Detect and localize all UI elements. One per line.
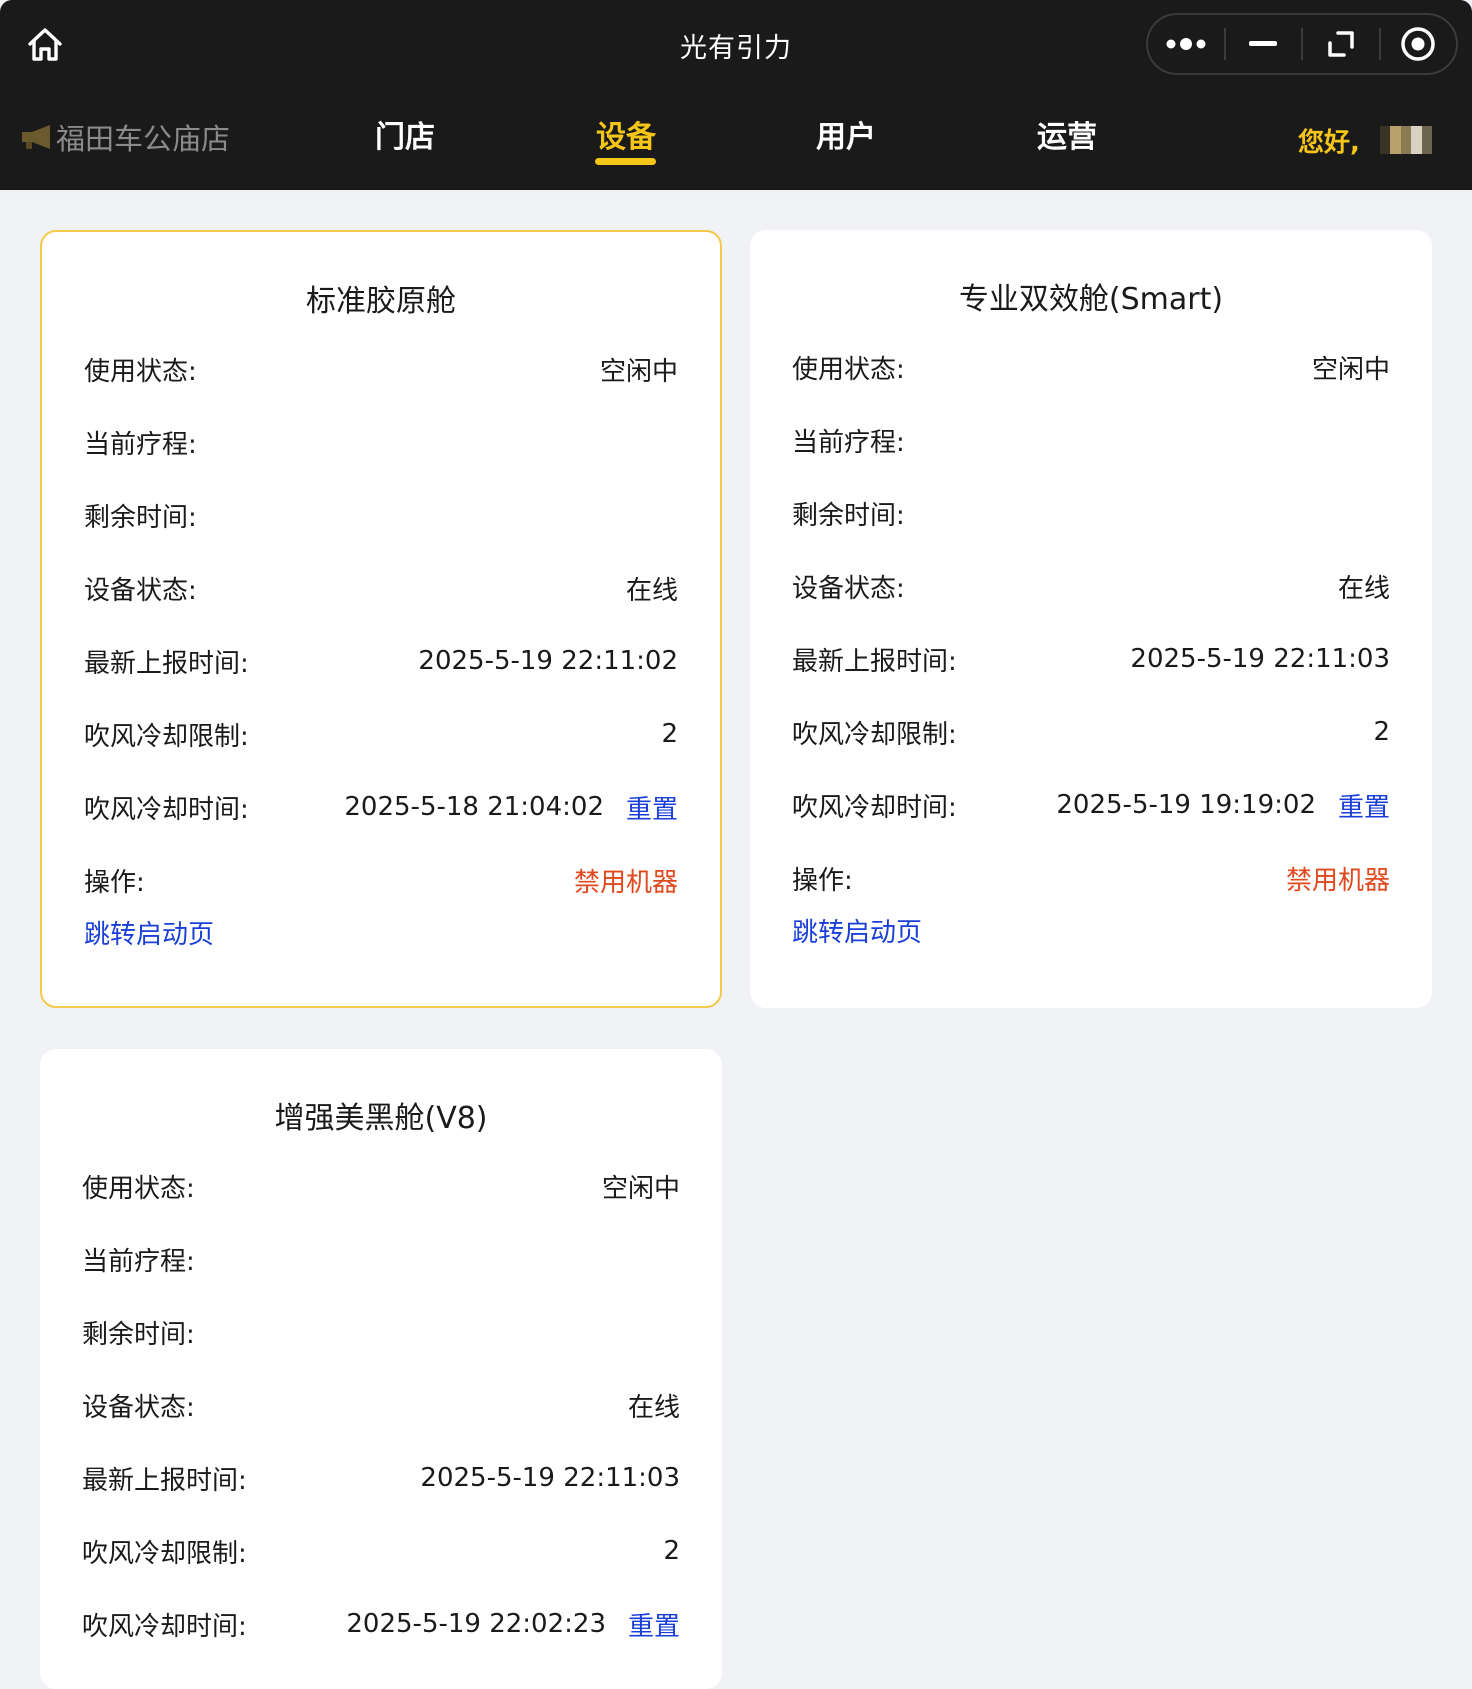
minimize-button[interactable] [1226,15,1302,73]
operation-row: 操作: 禁用机器 [84,860,678,900]
last-report-label: 最新上报时间: [792,646,957,677]
tab-devices[interactable]: 设备 [596,112,656,156]
reset-button[interactable]: 重置 [628,1606,680,1643]
cooling-time-group: 2025-5-18 21:04:02 重置 [344,789,678,826]
cooling-limit-label: 吹风冷却限制: [82,1538,247,1569]
device-status-row: 设备状态: 在线 [82,1385,680,1425]
cooling-time-label: 吹风冷却时间: [82,1611,247,1642]
device-status-value: 在线 [625,575,678,606]
remaining-time-row: 剩余时间: [792,493,1390,533]
operation-label: 操作: [84,867,145,898]
last-report-row: 最新上报时间: 2025-5-19 22:11:03 [82,1458,680,1498]
device-card[interactable]: 标准胶原舱 使用状态: 空闲中 当前疗程: 剩余时间: 设备状态: 在线 最新上… [40,230,722,1008]
current-course-label: 当前疗程: [84,429,197,460]
cooling-time-group: 2025-5-19 19:19:02 重置 [1056,787,1390,824]
cooling-limit-row: 吹风冷却限制: 2 [792,712,1390,752]
last-report-label: 最新上报时间: [84,648,249,679]
usage-status-row: 使用状态: 空闲中 [82,1166,680,1206]
device-name: 标准胶原舱 [306,284,456,319]
top-bar: 光有引力 福田车公庙店 门店 设备 用户 运营 您好, [0,0,1472,190]
usage-status-value: 空闲中 [599,356,678,387]
expand-icon [1328,31,1354,57]
horn-icon [22,125,50,149]
tab-store[interactable]: 门店 [375,112,435,156]
blurred-username [1380,126,1433,154]
cooling-time-value: 2025-5-19 22:02:23 [346,1609,606,1639]
cooling-limit-label: 吹风冷却限制: [792,719,957,750]
remaining-time-label: 剩余时间: [82,1319,195,1350]
cooling-time-row: 吹风冷却时间: 2025-5-19 22:02:23 重置 [82,1604,680,1644]
store-selector[interactable]: 福田车公庙店 [20,116,230,158]
remaining-time-row: 剩余时间: [84,495,678,535]
device-card[interactable]: 增强美黑舱(V8) 使用状态: 空闲中 当前疗程: 剩余时间: 设备状态: 在线… [40,1049,722,1689]
disable-machine-button[interactable]: 禁用机器 [574,862,678,899]
device-status-label: 设备状态: [82,1392,195,1423]
device-card[interactable]: 专业双效舱(Smart) 使用状态: 空闲中 当前疗程: 剩余时间: 设备状态:… [750,230,1432,1008]
operation-label: 操作: [792,865,853,896]
cooling-time-row: 吹风冷却时间: 2025-5-19 19:19:02 重置 [792,785,1390,825]
device-status-value: 在线 [1337,573,1390,604]
expand-button[interactable] [1303,15,1379,73]
usage-status-row: 使用状态: 空闲中 [84,349,678,389]
cooling-limit-value: 2 [661,719,678,749]
jump-launch-page-link[interactable]: 跳转启动页 [84,914,214,951]
cooling-time-value: 2025-5-19 19:19:02 [1056,790,1316,820]
cooling-limit-row: 吹风冷却限制: 2 [84,714,678,754]
device-name: 专业双效舱(Smart) [958,282,1224,317]
close-button[interactable] [1381,15,1457,73]
cooling-time-group: 2025-5-19 22:02:23 重置 [346,1606,680,1643]
remaining-time-row: 剩余时间: [82,1312,680,1352]
usage-status-label: 使用状态: [792,354,905,385]
last-report-value: 2025-5-19 22:11:02 [418,646,678,676]
more-button[interactable] [1148,15,1224,73]
minimize-icon [1249,41,1278,46]
store-name-label: 福田车公庙店 [56,122,231,156]
active-tab-indicator [595,158,656,165]
current-course-label: 当前疗程: [792,427,905,458]
last-report-label: 最新上报时间: [82,1465,247,1496]
cooling-time-label: 吹风冷却时间: [84,794,249,825]
device-status-value: 在线 [627,1392,680,1423]
cooling-limit-value: 2 [663,1536,680,1566]
reset-button[interactable]: 重置 [1338,787,1390,824]
more-dots-icon [1166,38,1206,50]
disable-machine-button[interactable]: 禁用机器 [1286,860,1390,897]
cooling-limit-row: 吹风冷却限制: 2 [82,1531,680,1571]
cooling-time-value: 2025-5-18 21:04:02 [344,792,604,822]
mini-program-capsule [1146,13,1458,75]
current-course-label: 当前疗程: [82,1246,195,1277]
usage-status-value: 空闲中 [1311,354,1390,385]
remaining-time-label: 剩余时间: [84,502,197,533]
cooling-limit-label: 吹风冷却限制: [84,721,249,752]
jump-launch-page-link[interactable]: 跳转启动页 [792,912,922,949]
current-course-row: 当前疗程: [84,422,678,462]
last-report-value: 2025-5-19 22:11:03 [420,1463,680,1493]
reset-button[interactable]: 重置 [626,789,678,826]
tab-operations[interactable]: 运营 [1037,112,1097,156]
cooling-limit-value: 2 [1373,717,1390,747]
tab-users[interactable]: 用户 [816,112,876,156]
last-report-row: 最新上报时间: 2025-5-19 22:11:02 [84,641,678,681]
device-name: 增强美黑舱(V8) [274,1101,488,1136]
last-report-row: 最新上报时间: 2025-5-19 22:11:03 [792,639,1390,679]
current-course-row: 当前疗程: [82,1239,680,1279]
operation-row: 操作: 禁用机器 [792,858,1390,898]
record-target-icon [1401,27,1435,61]
device-status-row: 设备状态: 在线 [792,566,1390,606]
remaining-time-label: 剩余时间: [792,500,905,531]
device-status-label: 设备状态: [84,575,197,606]
usage-status-value: 空闲中 [601,1173,680,1204]
device-status-label: 设备状态: [792,573,905,604]
last-report-value: 2025-5-19 22:11:03 [1130,644,1390,674]
current-course-row: 当前疗程: [792,420,1390,460]
cooling-time-label: 吹风冷却时间: [792,792,957,823]
usage-status-row: 使用状态: 空闲中 [792,347,1390,387]
cooling-time-row: 吹风冷却时间: 2025-5-18 21:04:02 重置 [84,787,678,827]
usage-status-label: 使用状态: [84,356,197,387]
usage-status-label: 使用状态: [82,1173,195,1204]
greeting-text: 您好, [1298,128,1360,158]
device-status-row: 设备状态: 在线 [84,568,678,608]
